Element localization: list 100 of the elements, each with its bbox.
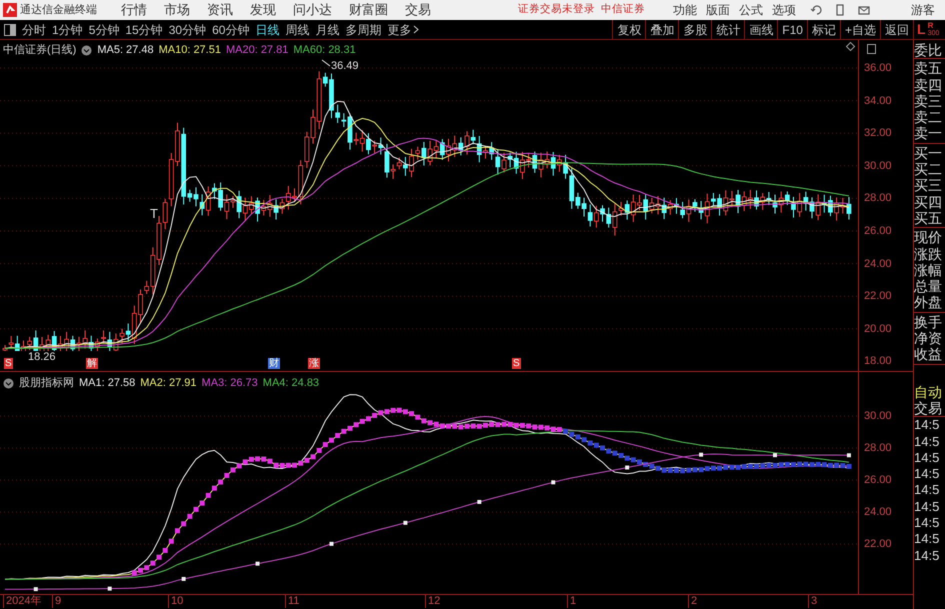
axis-label: 24.00 — [864, 256, 892, 272]
quote-label: 总量 — [914, 278, 943, 294]
quote-label: 卖四 — [914, 76, 943, 93]
toolbar-button[interactable]: +自选 — [840, 20, 880, 39]
dropdown-icon[interactable] — [81, 44, 92, 56]
login-status[interactable]: 证券交易未登录 — [518, 2, 595, 18]
axis-label: 22.00 — [864, 289, 892, 304]
low-price-label: 18.26 — [28, 350, 56, 365]
refresh-icon[interactable] — [810, 4, 822, 16]
indicator-value: MA4: 24.83 — [262, 376, 320, 391]
broker-name[interactable]: 中信证券 — [601, 2, 645, 18]
period-tab[interactable]: 多周期 — [345, 20, 382, 38]
axis-label: 32.00 — [864, 126, 892, 142]
trade-time: 14:5 — [914, 434, 940, 450]
quote-label: 收益 — [914, 346, 943, 363]
app-title: 通达信金融终端 — [20, 2, 97, 18]
axis-label: 26.00 — [864, 224, 892, 239]
period-tab[interactable]: 更多 — [387, 20, 420, 38]
quote-label: 卖一 — [914, 125, 943, 142]
menu-item[interactable]: 发现 — [250, 0, 276, 20]
toolbar-button[interactable]: F10 — [777, 20, 807, 39]
period-tab[interactable]: 日线 — [255, 20, 280, 38]
diamond-icon[interactable] — [846, 42, 855, 51]
event-marker[interactable]: 解 — [86, 358, 98, 369]
period-tab[interactable]: 周线 — [285, 20, 310, 38]
quote-label: 卖三 — [914, 92, 943, 110]
indicator-value: MA60: 28.31 — [293, 43, 356, 58]
axis-label: 12 — [425, 595, 440, 608]
quote-label: 买三 — [914, 177, 943, 194]
axis-label: 2 — [688, 595, 698, 608]
dropdown-icon[interactable] — [3, 378, 14, 389]
period-tab[interactable]: 分时 — [22, 20, 46, 38]
menu-item[interactable]: 版面 — [706, 1, 730, 19]
axis-label: 24.00 — [864, 505, 892, 520]
period-tab[interactable]: 15分钟 — [125, 20, 163, 38]
quote-label: 涨跌 — [914, 246, 943, 262]
axis-label: 34.00 — [864, 94, 892, 109]
toolbar-button[interactable]: 叠加 — [645, 20, 678, 39]
event-marker[interactable]: 涨 — [308, 358, 320, 369]
phone-icon[interactable] — [834, 4, 846, 16]
event-marker[interactable]: S — [512, 358, 521, 369]
toolbar-button[interactable]: 统计 — [711, 20, 744, 39]
indicator-value: MA20: 27.81 — [226, 43, 288, 58]
axis-label: 20.00 — [864, 322, 892, 337]
toolbar-button[interactable]: 复权 — [612, 20, 646, 39]
mail-icon[interactable] — [858, 4, 870, 16]
menu-item[interactable]: 选项 — [772, 1, 796, 19]
period-tab[interactable]: 5分钟 — [88, 20, 120, 38]
quote-label: 涨幅 — [914, 262, 943, 278]
menu-item[interactable]: 公式 — [739, 1, 763, 19]
menu-item[interactable]: 功能 — [673, 1, 697, 19]
menu-item[interactable]: 市场 — [164, 0, 190, 20]
quote-label: 现价 — [914, 229, 943, 246]
chart-marker: T — [150, 205, 158, 223]
indicator-value: MA1: 27.58 — [79, 376, 136, 391]
axis-label: 26.00 — [864, 473, 892, 488]
indicator-value: MA3: 26.73 — [202, 376, 258, 391]
quote-label: 买四 — [914, 194, 943, 210]
period-tab[interactable]: 60分钟 — [212, 20, 250, 38]
quote-label: 买二 — [914, 161, 943, 178]
trade-time: 14:5 — [914, 498, 940, 516]
menu-item[interactable]: 问小达 — [293, 0, 332, 20]
menu-item[interactable]: 行情 — [121, 0, 147, 20]
trade-time: 14:5 — [914, 450, 940, 466]
panel-toggle-icon[interactable] — [4, 24, 16, 36]
axis-label: 30.00 — [864, 409, 892, 424]
user-name[interactable]: 游客 — [911, 1, 935, 19]
toolbar-button[interactable]: 画线 — [744, 20, 778, 39]
leader-line — [322, 60, 330, 66]
axis-label: 28.00 — [864, 441, 892, 456]
axis-label: 9 — [52, 595, 62, 608]
chart-title: 中信证券(日线) — [3, 43, 76, 58]
level-letter: R — [928, 22, 934, 30]
menu-item[interactable]: 财富圈 — [349, 0, 388, 20]
trade-time: 14:5 — [914, 417, 940, 434]
axis-label: 28.00 — [864, 191, 892, 206]
event-marker[interactable]: 财 — [268, 358, 280, 369]
toolbar-button[interactable]: 多股 — [678, 20, 712, 39]
trade-time: 14:5 — [914, 466, 940, 482]
toolbar-button[interactable]: 标记 — [806, 20, 840, 39]
axis-label: 3 — [808, 595, 818, 608]
panel-toggle-icon[interactable] — [867, 44, 876, 54]
period-tab[interactable]: 30分钟 — [168, 20, 206, 38]
axis-label: 18.00 — [864, 354, 892, 370]
axis-label: 11 — [285, 595, 300, 608]
high-price-label: 36.49 — [331, 59, 359, 74]
quote-label: 外盘 — [914, 294, 943, 311]
event-marker[interactable]: S — [4, 358, 13, 369]
indicator-value: MA5: 27.48 — [97, 43, 154, 58]
chevron-right-icon — [413, 25, 420, 34]
period-tab[interactable]: 月线 — [315, 20, 340, 38]
quote-label: 净资 — [914, 330, 943, 346]
auto-trade-label[interactable]: 自动 — [914, 384, 945, 400]
logo-icon — [3, 3, 17, 17]
period-tab[interactable]: 1分钟 — [52, 20, 83, 38]
quote-label: 买一 — [914, 144, 943, 162]
trade-label: 交易 — [914, 400, 945, 418]
menu-item[interactable]: 交易 — [405, 0, 431, 20]
menu-item[interactable]: 资讯 — [207, 0, 233, 20]
axis-label: 30.00 — [864, 158, 892, 174]
